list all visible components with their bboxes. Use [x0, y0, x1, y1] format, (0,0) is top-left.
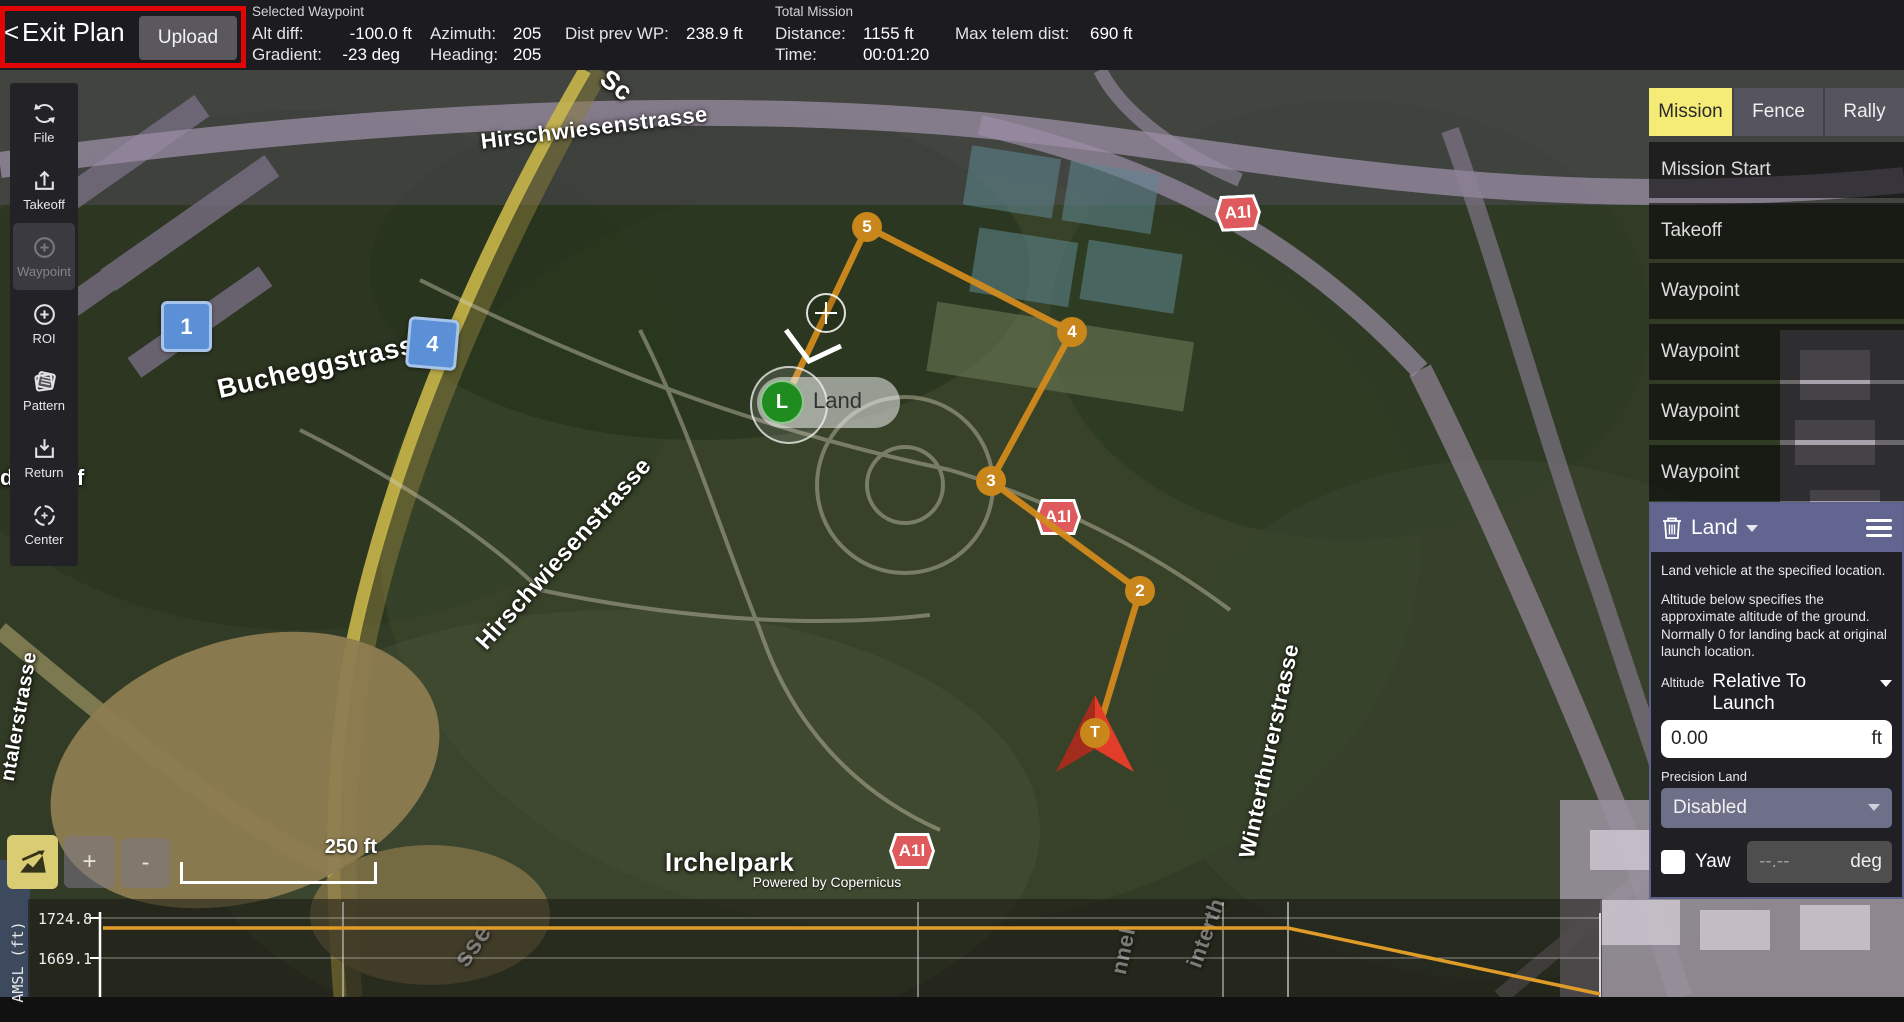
- map-scale-label: 250 ft: [180, 836, 377, 859]
- roi-tool-button[interactable]: ROI: [10, 290, 78, 357]
- max-telem-value: 690 ft: [1090, 24, 1133, 44]
- heading-label: Heading:: [430, 45, 498, 65]
- altitude-profile-line: [103, 928, 1600, 994]
- map-scale-bar: [180, 862, 377, 884]
- y-axis-tick: 1669.1: [28, 950, 92, 968]
- land-marker-label: Land: [813, 388, 862, 414]
- motorway-shield: A1l: [1035, 499, 1081, 535]
- distance-value: 1155 ft: [863, 24, 914, 44]
- return-icon: [31, 435, 58, 462]
- chevron-down-icon[interactable]: [1746, 525, 1758, 532]
- alt-diff-label: Alt diff:: [252, 24, 304, 44]
- land-item-editor: Land Land vehicle at the specified locat…: [1649, 502, 1904, 899]
- tab-rally[interactable]: Rally: [1825, 88, 1904, 136]
- yaw-unit: deg: [1850, 851, 1882, 873]
- distance-label: Distance:: [775, 24, 846, 44]
- altitude-mode-select[interactable]: Relative To Launch: [1712, 671, 1872, 715]
- precision-land-label: Precision Land: [1661, 769, 1892, 784]
- mission-item-waypoint[interactable]: Waypoint: [1649, 324, 1904, 380]
- zoom-out-button[interactable]: -: [121, 838, 170, 888]
- max-telem-label: Max telem dist:: [955, 24, 1069, 44]
- zoom-in-button[interactable]: +: [64, 836, 115, 888]
- land-item-header[interactable]: Land: [1651, 504, 1902, 552]
- waypoint-number: 4: [1057, 317, 1087, 347]
- trash-icon[interactable]: [1661, 516, 1683, 540]
- yaw-checkbox[interactable]: [1661, 850, 1685, 874]
- mission-item-mission-start[interactable]: Mission Start: [1649, 142, 1904, 198]
- land-marker[interactable]: L Land: [757, 377, 900, 428]
- gradient-value: -23 deg: [312, 45, 400, 65]
- center-tool-button[interactable]: Center: [10, 491, 78, 558]
- tab-fence[interactable]: Fence: [1734, 88, 1823, 136]
- azimuth-value: 205: [513, 24, 541, 44]
- takeoff-icon: [31, 167, 58, 194]
- altitude-profile-plot: [28, 899, 1602, 997]
- altitude-label: Altitude: [1661, 675, 1704, 690]
- motorway-shield: A1l: [1214, 194, 1262, 232]
- waypoint-number: 2: [1125, 576, 1155, 606]
- mission-item-waypoint[interactable]: Waypoint: [1649, 445, 1904, 501]
- yaw-value: --.--: [1759, 851, 1790, 873]
- waypoint-number: 3: [976, 466, 1006, 496]
- altitude-value: 0.00: [1671, 728, 1708, 750]
- add-waypoint-icon: [31, 234, 58, 261]
- item-menu-icon[interactable]: [1866, 519, 1892, 538]
- selected-waypoint-title: Selected Waypoint: [252, 4, 364, 19]
- altitude-note: Altitude below specifies the approximate…: [1661, 591, 1892, 661]
- elevation-chart-icon: [16, 845, 50, 879]
- return-tool-button[interactable]: Return: [10, 424, 78, 491]
- exit-plan-button[interactable]: Exit Plan: [22, 17, 125, 48]
- precision-land-select[interactable]: Disabled: [1661, 788, 1892, 828]
- takeoff-tool-button[interactable]: Takeoff: [10, 156, 78, 223]
- time-value: 00:01:20: [863, 45, 929, 65]
- pattern-tool-button[interactable]: Pattern: [10, 357, 78, 424]
- precision-land-value: Disabled: [1673, 797, 1747, 819]
- land-item-title: Land: [1691, 516, 1738, 540]
- chevron-down-icon: [1868, 804, 1880, 811]
- add-roi-icon: [31, 301, 58, 328]
- transit-route-badge: 1: [161, 301, 212, 352]
- altitude-input[interactable]: 0.00 ft: [1661, 720, 1892, 758]
- heading-value: 205: [513, 45, 541, 65]
- waypoint-number: 5: [852, 212, 882, 242]
- pattern-icon: [31, 368, 58, 395]
- altitude-profile-panel: 1724.8 1669.1: [28, 899, 1602, 997]
- center-crosshair-icon: [31, 502, 58, 529]
- waypoint-tool-button[interactable]: Waypoint: [13, 223, 75, 290]
- y-axis-tick: 1724.8: [28, 910, 92, 928]
- time-label: Time:: [775, 45, 817, 65]
- mission-item-waypoint[interactable]: Waypoint: [1649, 384, 1904, 440]
- y-axis-label: AMSL (ft): [9, 902, 27, 1022]
- motorway-shield: A1l: [889, 833, 935, 869]
- dist-prev-label: Dist prev WP:: [565, 24, 669, 44]
- altitude-unit: ft: [1871, 728, 1882, 750]
- land-marker-circle: L: [760, 380, 804, 424]
- land-item-body: Land vehicle at the specified location. …: [1651, 552, 1902, 897]
- file-tool-button[interactable]: File: [10, 89, 78, 156]
- yaw-input[interactable]: --.-- deg: [1747, 841, 1892, 883]
- mission-item-takeoff[interactable]: Takeoff: [1649, 203, 1904, 259]
- sync-icon: [31, 100, 58, 127]
- altitude-profile-toggle-button[interactable]: [7, 835, 58, 889]
- total-mission-title: Total Mission: [775, 4, 853, 19]
- dist-prev-value: 238.9 ft: [686, 24, 743, 44]
- back-chevron-icon[interactable]: <: [4, 17, 19, 48]
- map-attribution: Powered by Copernicus: [677, 874, 977, 890]
- land-description: Land vehicle at the specified location.: [1661, 562, 1892, 580]
- plan-tools-panel: File Takeoff Waypoint ROI Pattern Return: [10, 83, 78, 566]
- alt-diff-value: -100.0 ft: [312, 24, 412, 44]
- tab-mission[interactable]: Mission: [1649, 88, 1732, 136]
- plan-toolbar: < Exit Plan Upload Selected Waypoint Alt…: [0, 0, 1904, 70]
- transit-route-badge: 4: [405, 316, 460, 371]
- mission-item-waypoint[interactable]: Waypoint: [1649, 263, 1904, 319]
- yaw-label: Yaw: [1695, 851, 1731, 873]
- mission-item-list: Mission Start Takeoff Waypoint Waypoint …: [1649, 142, 1904, 501]
- takeoff-letter: T: [1080, 718, 1110, 748]
- chevron-down-icon[interactable]: [1880, 680, 1892, 687]
- azimuth-label: Azimuth:: [430, 24, 496, 44]
- upload-button[interactable]: Upload: [139, 16, 237, 60]
